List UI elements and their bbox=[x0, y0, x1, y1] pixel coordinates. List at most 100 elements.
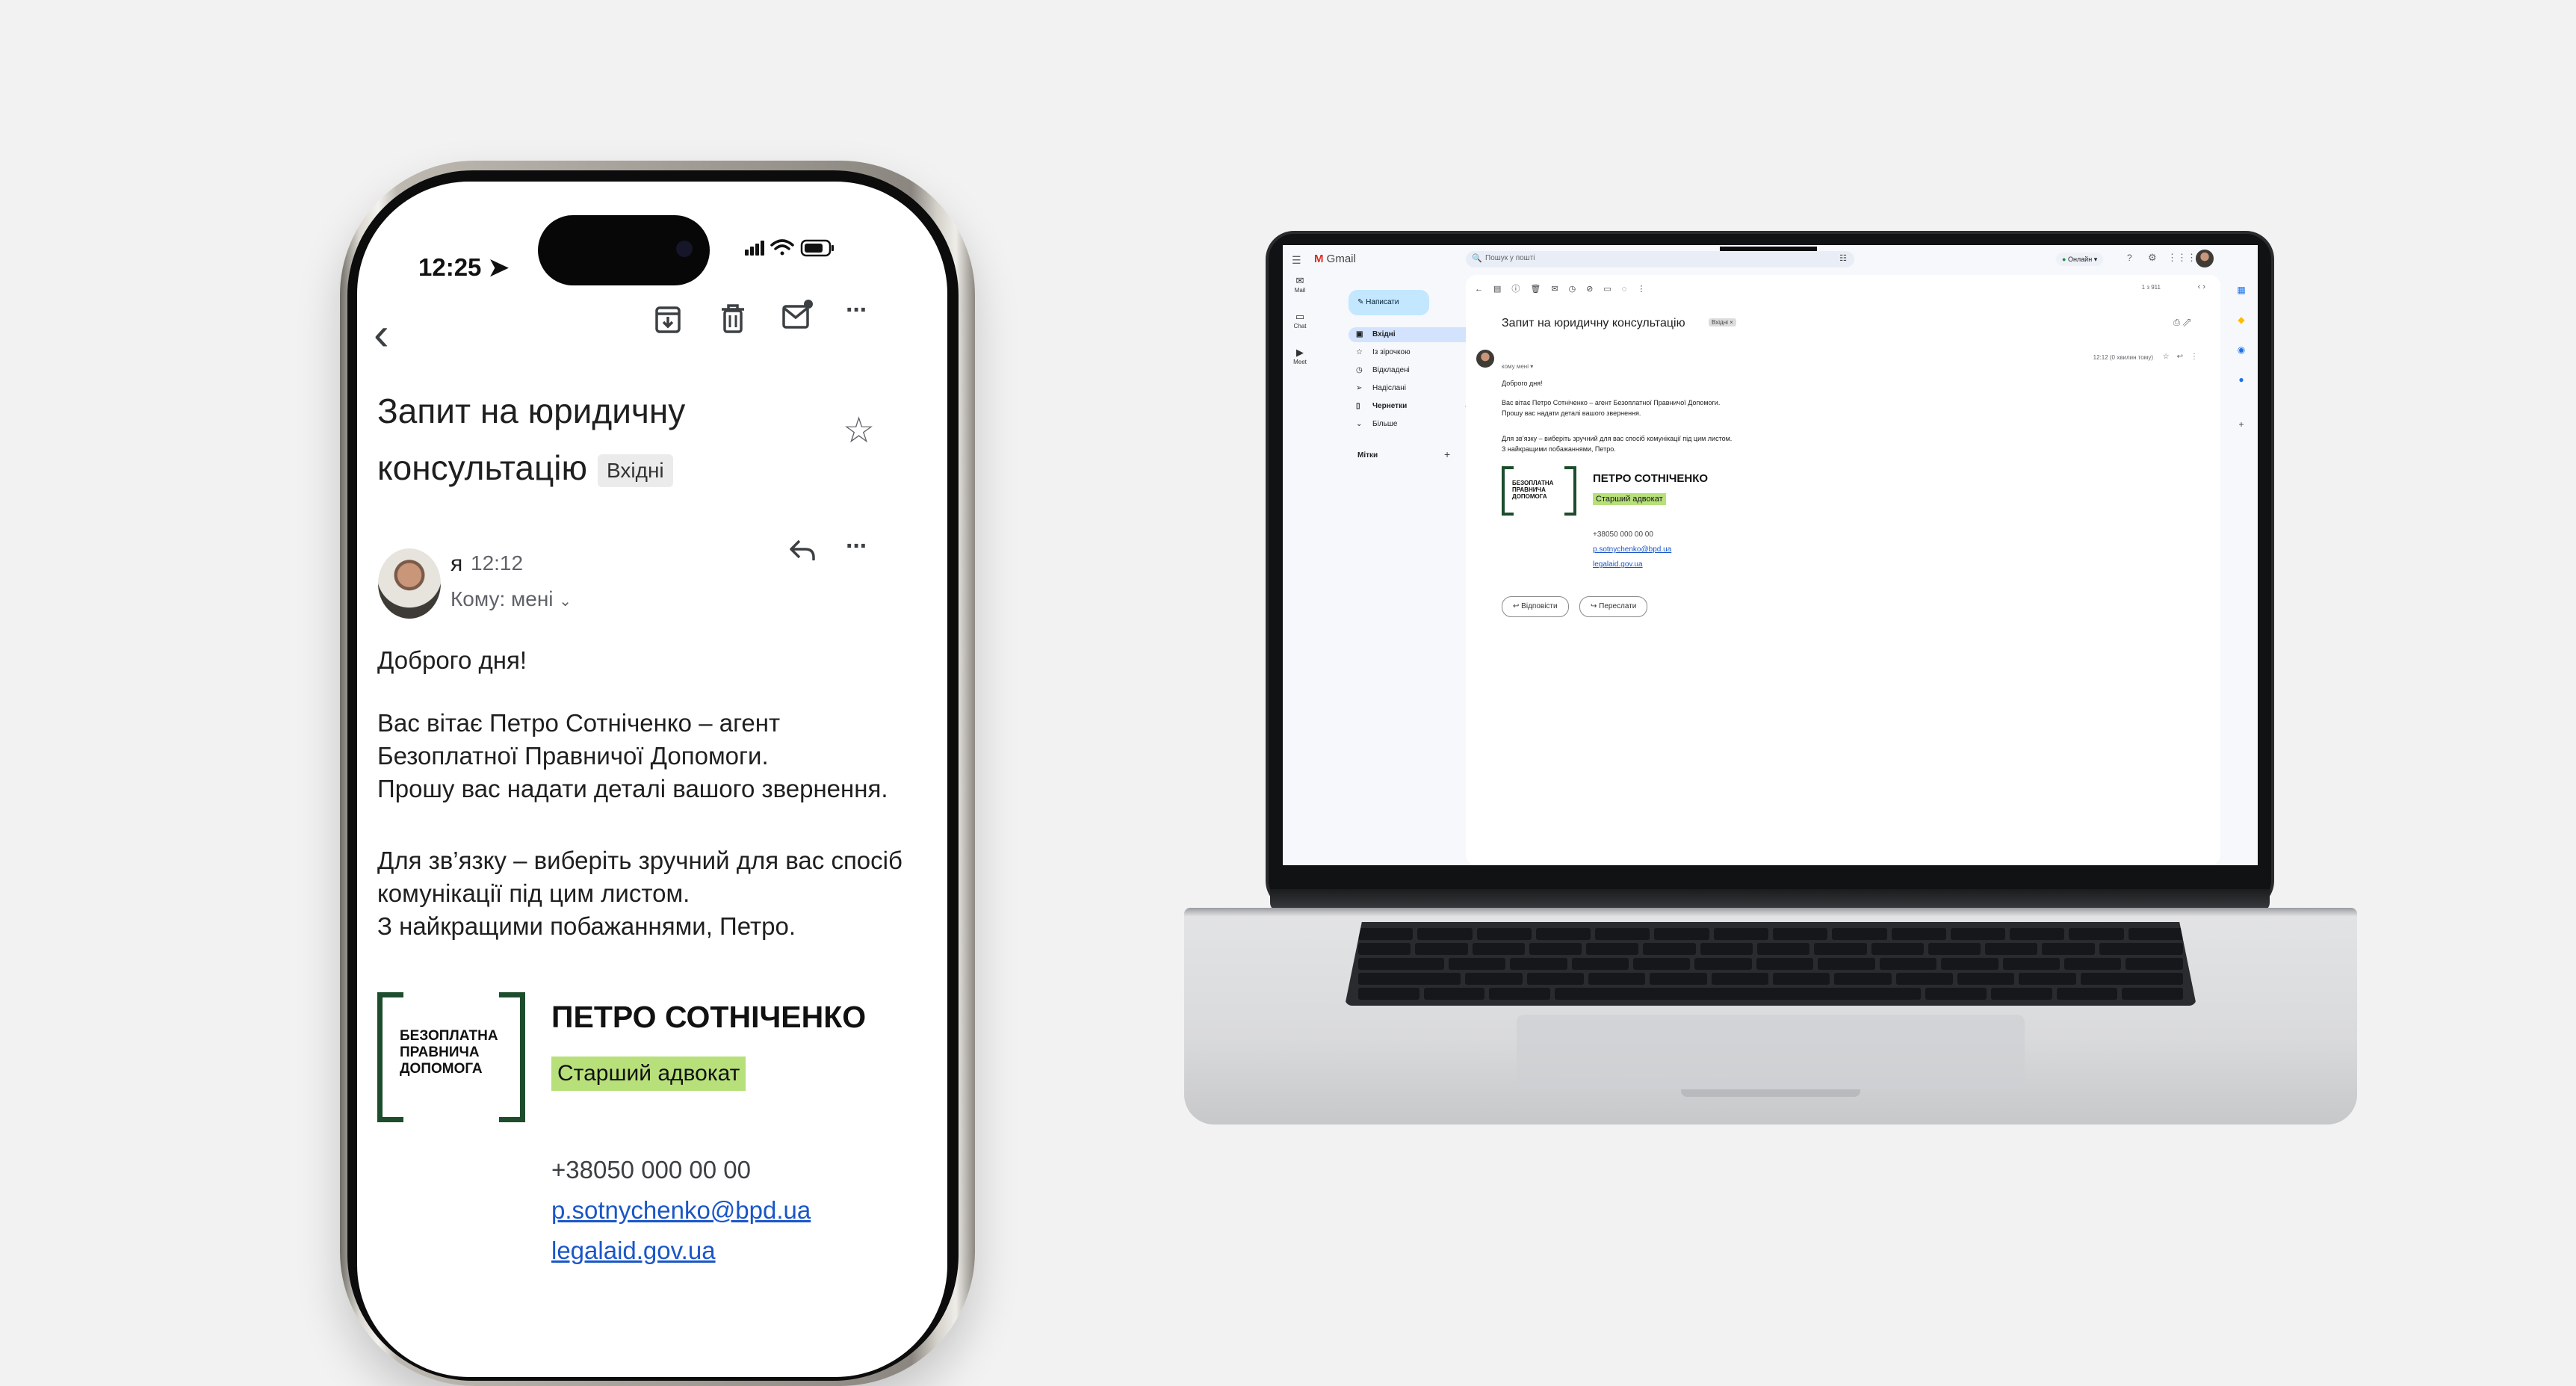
archive-icon bbox=[655, 306, 681, 333]
search-icon: 🔍 bbox=[1472, 254, 1482, 263]
signature-website-link[interactable]: legalaid.gov.ua bbox=[551, 1234, 716, 1267]
recipients-toggle[interactable]: Кому: мені ⌄ bbox=[451, 587, 572, 611]
status-chip[interactable]: ● Онлайн ▾ bbox=[2056, 253, 2104, 266]
print-icon[interactable]: ⎙ ⇗ bbox=[2173, 318, 2190, 328]
bpd-logo: БЕЗОПЛАТНА ПРАВНИЧА ДОПОМОГА bbox=[1502, 466, 1576, 519]
star-icon: ☆ bbox=[843, 411, 876, 451]
folder-more[interactable]: ⌄ Більше bbox=[1349, 417, 1476, 432]
message-timestamp: 12:12 (0 хвилин тому) bbox=[2093, 354, 2153, 361]
apps-grid-icon[interactable]: ⋮⋮⋮ bbox=[2167, 252, 2196, 264]
signature-email-link[interactable]: p.sotnychenko@bpd.ua bbox=[1593, 545, 1671, 554]
pagination-arrows[interactable]: ‹ › bbox=[2198, 282, 2205, 291]
bpd-logo: БЕЗОПЛАТНА ПРАВНИЧА ДОПОМОГА bbox=[377, 992, 525, 1122]
search-bar[interactable]: 🔍 Пошук у пошті ☷ bbox=[1466, 251, 1854, 267]
forward-button[interactable]: ↪ Переслати bbox=[1579, 596, 1648, 617]
body-line: Безоплатної Правничої Допомоги. bbox=[377, 742, 769, 770]
settings-gear-icon[interactable]: ⚙ bbox=[2148, 252, 2157, 264]
trash-icon bbox=[722, 304, 744, 333]
reply-icon bbox=[790, 539, 815, 560]
signature-website-link[interactable]: legalaid.gov.ua bbox=[1593, 560, 1643, 569]
folder-sent[interactable]: ➢ Надіслані bbox=[1349, 381, 1476, 396]
laptop-keyboard bbox=[1345, 922, 2196, 1006]
signature-role: Старший адвокат bbox=[1593, 493, 1666, 505]
rail-chat[interactable]: ▭ Chat bbox=[1289, 311, 1311, 330]
reply-button[interactable]: ↩ Відповісти bbox=[1502, 596, 1569, 617]
forward-icon: ↪ bbox=[1591, 602, 1597, 610]
calendar-icon[interactable]: ▦ bbox=[2230, 275, 2253, 305]
body-line: З найкращими побажаннями, Петро. bbox=[1502, 445, 1616, 453]
gmail-logo[interactable]: M Gmail bbox=[1314, 253, 1356, 265]
inbox-label-badge[interactable]: Вхідні bbox=[598, 454, 673, 487]
signature-name: ПЕТРО СОТНІЧЕНКО bbox=[1593, 472, 1709, 485]
message-time: 12:12 bbox=[471, 551, 524, 575]
search-filter-icon[interactable]: ☷ bbox=[1839, 253, 1847, 263]
message-more-button[interactable]: ··· bbox=[846, 532, 868, 561]
plus-icon: + bbox=[1444, 448, 1451, 460]
star-button[interactable]: ☆ bbox=[843, 409, 875, 451]
folder-snoozed[interactable]: ◷ Відкладені bbox=[1349, 363, 1476, 378]
back-button[interactable]: ‹ bbox=[374, 312, 389, 358]
add-label-button[interactable]: + bbox=[1444, 448, 1450, 460]
help-icon[interactable]: ? bbox=[2127, 253, 2132, 263]
chat-icon: ▭ bbox=[1295, 311, 1305, 322]
battery-icon bbox=[800, 239, 834, 257]
laptop-lip bbox=[1681, 1089, 1860, 1097]
recipients-toggle[interactable]: кому мені ▾ bbox=[1502, 363, 1533, 370]
delete-button[interactable] bbox=[720, 302, 746, 336]
signature-name: ПЕТРО СОТНІЧЕНКО bbox=[551, 1000, 867, 1034]
body-line: Прошу вас надати деталі вашого звернення… bbox=[377, 775, 888, 802]
trackpad bbox=[1517, 1015, 2025, 1089]
location-arrow-icon: ➤ bbox=[488, 253, 510, 281]
inbox-label-badge[interactable]: Вхідні × bbox=[1709, 318, 1736, 327]
avatar[interactable] bbox=[378, 548, 441, 619]
rail-meet[interactable]: ▶ Meet bbox=[1289, 347, 1311, 365]
draft-icon: ▯ bbox=[1356, 402, 1360, 410]
signature-email-link[interactable]: p.sotnychenko@bpd.ua bbox=[551, 1194, 811, 1227]
body-line: З найкращими побажаннями, Петро. bbox=[377, 912, 796, 940]
labels-heading: Мітки bbox=[1357, 451, 1378, 460]
message-toolbar[interactable]: ←▤ⓘ🗑✉◷⊘▭◌⋮ bbox=[1475, 282, 1656, 294]
folder-starred[interactable]: ☆ Із зірочкою bbox=[1349, 345, 1476, 360]
side-panel: ▦ ◆ ◉ ● + bbox=[2230, 275, 2253, 439]
contacts-icon[interactable]: ● bbox=[2230, 365, 2253, 395]
reply-button[interactable] bbox=[787, 535, 817, 565]
body-line: Прошу вас надати деталі вашого звернення… bbox=[1502, 409, 1641, 417]
status-time: 12:25 ➤ bbox=[418, 253, 510, 281]
signal-icon bbox=[745, 241, 764, 256]
reply-icon: ↩ bbox=[1513, 602, 1520, 610]
body-line: комунікації під цим листом. bbox=[377, 879, 690, 907]
keep-icon[interactable]: ◆ bbox=[2230, 305, 2253, 335]
gmail-m-icon: M bbox=[1314, 253, 1324, 265]
account-avatar[interactable] bbox=[2196, 250, 2214, 267]
mark-unread-button[interactable] bbox=[781, 297, 814, 332]
add-addon-icon[interactable]: + bbox=[2230, 409, 2253, 439]
archive-button[interactable] bbox=[654, 302, 681, 336]
folder-inbox[interactable]: ▣Вхідні1 bbox=[1349, 327, 1476, 342]
more-options-button[interactable]: ··· bbox=[846, 296, 868, 325]
wifi-icon bbox=[770, 239, 794, 256]
signature-phone: +38050 000 00 00 bbox=[551, 1156, 752, 1184]
body-greeting: Доброго дня! bbox=[1502, 380, 1543, 387]
online-dot-icon: ● bbox=[2062, 256, 2066, 263]
send-icon: ➢ bbox=[1356, 384, 1363, 392]
avatar[interactable] bbox=[1476, 350, 1494, 368]
folder-drafts[interactable]: ▯Чернетки4 bbox=[1349, 399, 1476, 414]
mail-unread-icon bbox=[782, 300, 813, 329]
compose-button[interactable]: ✎ Написати bbox=[1349, 290, 1429, 315]
rail-mail[interactable]: ✉ Mail bbox=[1289, 275, 1311, 294]
chevron-down-icon: ⌄ bbox=[1356, 420, 1363, 428]
body-line: Для зв’язку – виберіть зручний для вас с… bbox=[377, 847, 902, 874]
tasks-icon[interactable]: ◉ bbox=[2230, 335, 2253, 365]
front-camera bbox=[676, 241, 693, 257]
main-menu-button[interactable]: ☰ bbox=[1292, 254, 1301, 267]
gmail-window: ☰ M Gmail 🔍 Пошук у пошті ☷ ● Онлайн ▾ ?… bbox=[1283, 245, 2258, 865]
pagination-count: 1 з 911 bbox=[2141, 284, 2161, 291]
search-placeholder: Пошук у пошті bbox=[1485, 254, 1535, 262]
email-subject: Запит на юридичну консультацію Вхідні bbox=[377, 392, 686, 487]
signature-phone: +38050 000 00 00 bbox=[1593, 530, 1653, 539]
email-subject: Запит на юридичну консультацію bbox=[1502, 317, 1685, 330]
body-line: Вас вітає Петро Сотніченко – агент Безоп… bbox=[1502, 399, 1721, 406]
hamburger-icon: ☰ bbox=[1292, 254, 1301, 266]
body-line: Вас вітає Петро Сотніченко – агент bbox=[377, 709, 781, 737]
message-actions[interactable]: ☆↩⋮ bbox=[2163, 353, 2205, 361]
